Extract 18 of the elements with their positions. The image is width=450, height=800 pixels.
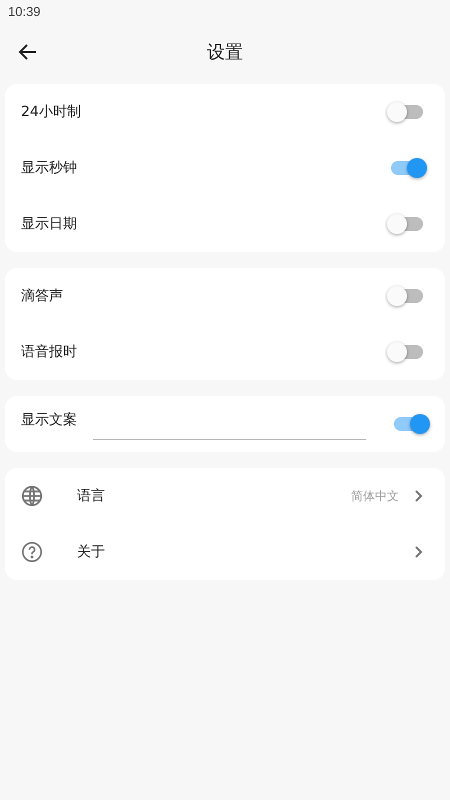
setting-label: 24小时制 <box>21 102 81 122</box>
chevron-right-icon <box>413 545 423 559</box>
settings-link-row[interactable]: 关于 <box>5 524 445 580</box>
status-time: 10:39 <box>8 3 41 22</box>
globe-icon <box>21 485 43 507</box>
setting-label: 滴答声 <box>21 286 63 306</box>
page-title: 设置 <box>207 40 243 64</box>
setting-label: 显示文案 <box>21 411 78 430</box>
setting-label: 显示秒钟 <box>21 158 77 178</box>
setting-label: 语音报时 <box>21 342 77 362</box>
setting-label: 显示日期 <box>21 214 77 234</box>
setting-label: 关于 <box>77 542 105 562</box>
setting-value: 简体中文 <box>351 488 399 505</box>
setting-label: 语言 <box>77 486 105 506</box>
help-icon <box>21 541 43 563</box>
chevron-right-icon <box>413 489 423 503</box>
back-arrow-icon <box>18 42 38 62</box>
settings-link-row[interactable]: 语言 简体中文 <box>5 468 445 524</box>
